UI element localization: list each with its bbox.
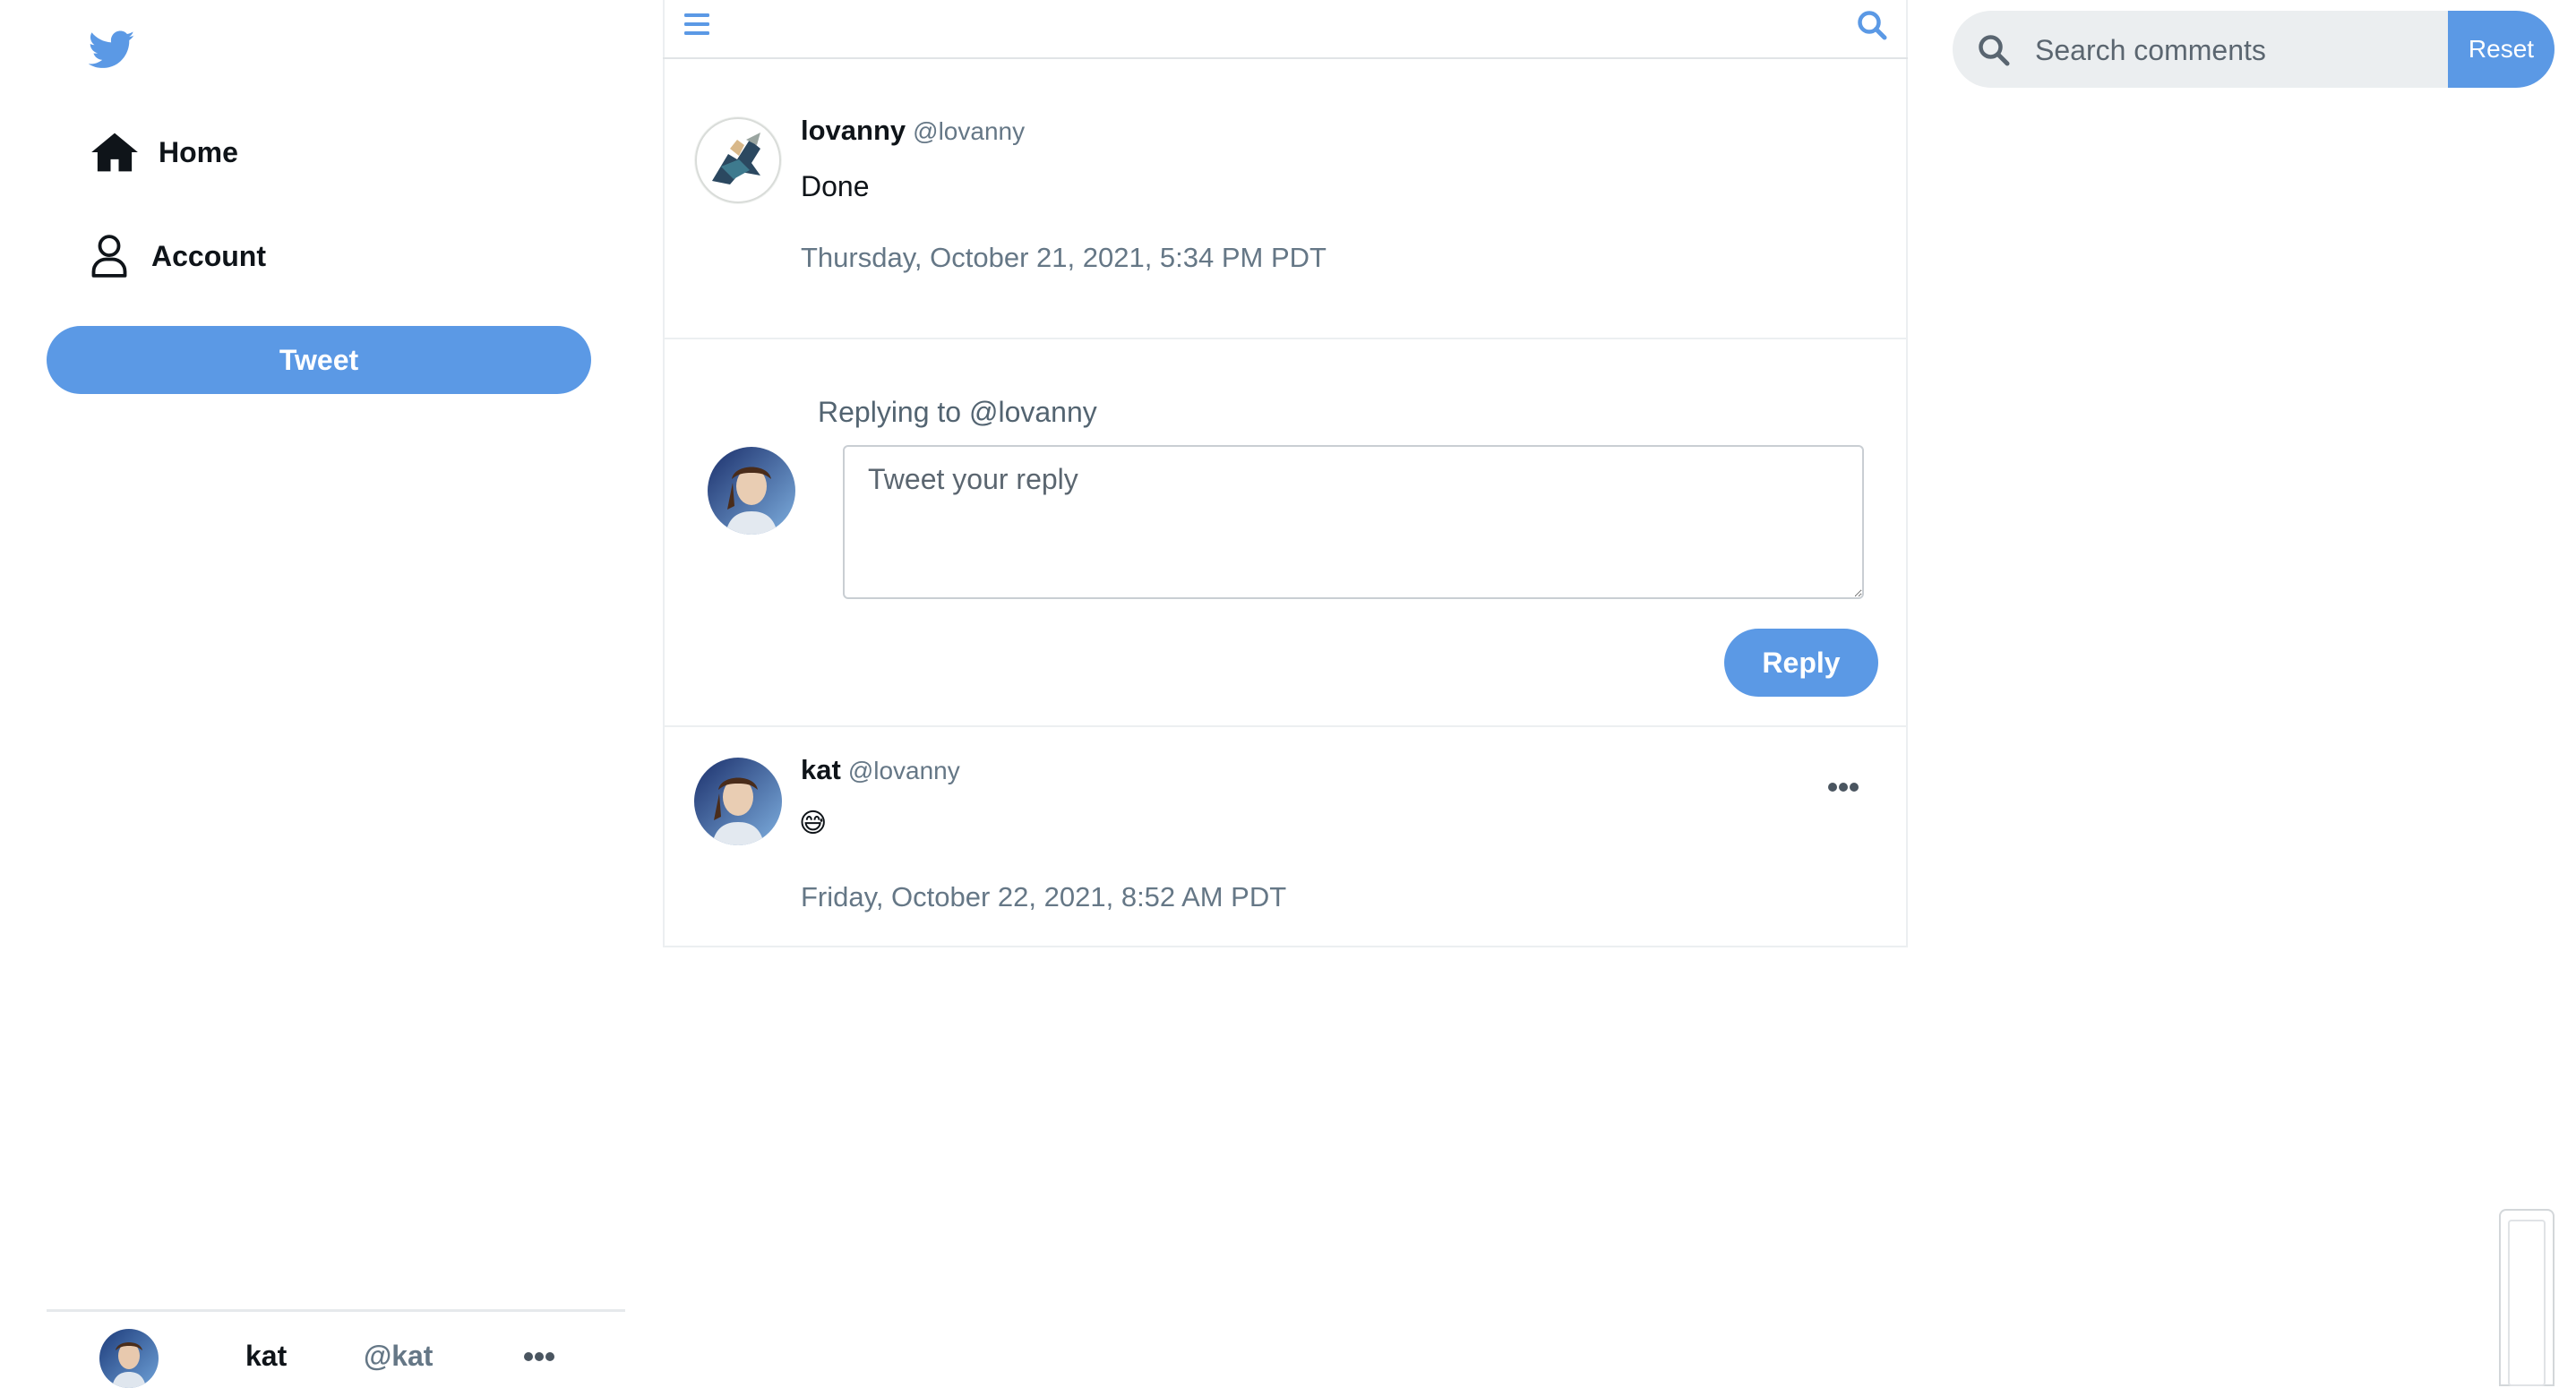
search-icon[interactable] [1856,9,1888,41]
tweet-author: lovanny @lovanny [801,115,1025,147]
topbar-divider [663,57,1908,59]
comment-timestamp: Friday, October 22, 2021, 8:52 AM PDT [801,881,1287,912]
comment-author-name[interactable]: kat [801,754,841,785]
search-comments-icon [1977,33,2011,67]
replying-to: Replying to @lovanny [818,396,1097,428]
tweet-author-name[interactable]: lovanny [801,115,906,146]
search-comments-input[interactable] [2033,21,2440,79]
nav-home-label: Home [159,135,238,168]
reply-textarea[interactable] [843,445,1864,599]
comment-author: kat @lovanny [801,754,960,786]
nav-account-label: Account [151,239,266,272]
twitter-bird-icon[interactable] [89,30,135,70]
tweet-text: Done [801,170,870,202]
divider [665,725,1906,727]
user-icon [90,234,128,278]
account-avatar[interactable] [99,1329,159,1388]
menu-icon[interactable] [683,11,711,38]
nav-account[interactable]: Account [90,229,266,283]
reset-button[interactable]: Reset [2448,11,2555,88]
comment-avatar[interactable] [694,758,782,845]
divider [665,338,1906,339]
scroll-widget-inner [2508,1220,2546,1386]
scroll-widget[interactable] [2499,1209,2555,1386]
avatar[interactable] [694,116,782,204]
tweet-author-handle: @lovanny [913,117,1026,145]
comment-author-handle: @lovanny [847,757,960,784]
account-handle: @kat [364,1340,434,1372]
account-name: kat [245,1340,288,1372]
comment-text: 😅 [799,809,828,838]
comment-more-icon[interactable] [1827,781,1859,793]
more-icon[interactable] [523,1350,555,1363]
tweet-button[interactable]: Tweet [47,326,591,394]
account-divider [47,1309,625,1312]
composer-avatar [708,447,795,535]
home-icon [90,132,139,173]
tweet-timestamp: Thursday, October 21, 2021, 5:34 PM PDT [801,242,1327,273]
reply-button[interactable]: Reply [1724,629,1878,697]
nav-home[interactable]: Home [90,125,238,179]
